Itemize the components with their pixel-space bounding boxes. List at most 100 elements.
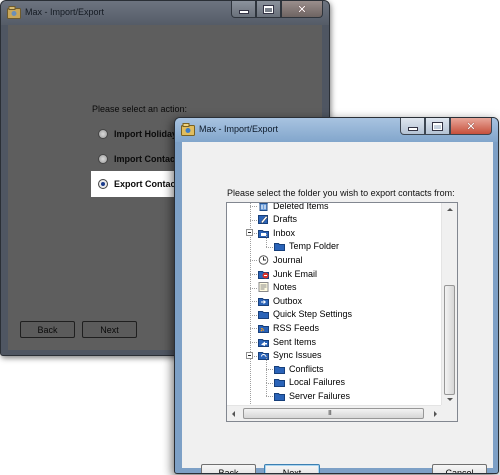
collapse-toggle-icon[interactable] xyxy=(246,229,253,237)
tree-item-server-failures[interactable]: Server Failures xyxy=(274,389,350,402)
tree-item-label: Sync Issues xyxy=(273,350,322,361)
tree-item-label: Inbox xyxy=(273,227,296,238)
tree-item-label: Temp Folder xyxy=(289,241,340,252)
minimize-icon xyxy=(408,128,417,130)
tree-guide-stub xyxy=(266,396,273,398)
junk-email-icon xyxy=(258,269,269,279)
minimize-button[interactable] xyxy=(231,1,256,18)
scroll-right-arrow-icon[interactable] xyxy=(434,411,437,417)
radio-circle[interactable] xyxy=(98,129,108,139)
vertical-scroll-thumb[interactable] xyxy=(444,285,455,395)
close-icon: ✕ xyxy=(466,119,476,133)
next-button[interactable]: Next xyxy=(264,464,320,473)
tree-item-label: Local Failures xyxy=(289,377,346,388)
tree-guide-stub xyxy=(250,274,257,275)
folder-tree-viewport[interactable]: Deleted Items Drafts Inbox Temp Folder Journ… xyxy=(227,203,442,406)
close-button[interactable]: ✕ xyxy=(281,1,323,18)
collapse-toggle-icon[interactable] xyxy=(246,351,253,359)
tree-guide-line xyxy=(266,383,267,397)
tree-item-conflicts[interactable]: Conflicts xyxy=(274,362,324,375)
folder-icon xyxy=(274,364,285,374)
maximize-button[interactable] xyxy=(425,118,450,135)
tree-item-label: Drafts xyxy=(273,214,298,225)
tree-item-label: Notes xyxy=(273,282,297,293)
front-window-titlebar[interactable]: Max - Import/Export ✕ xyxy=(175,118,498,142)
tree-guide-stub xyxy=(250,328,257,330)
horizontal-scrollbar[interactable]: III xyxy=(227,405,442,421)
tree-item-label: RSS Feeds xyxy=(273,322,320,333)
drafts-icon xyxy=(258,214,269,225)
cancel-button[interactable]: Cancel xyxy=(432,464,487,473)
tree-guide-line xyxy=(266,369,267,383)
sent-items-icon xyxy=(258,337,269,347)
radio-label: Import Holidays xyxy=(114,129,183,139)
back-window-titlebar[interactable]: Max - Import/Export ✕ xyxy=(1,1,329,25)
tree-guide-stub xyxy=(250,206,257,207)
vertical-scrollbar[interactable] xyxy=(441,203,457,406)
deleted-items-icon xyxy=(258,203,269,211)
maximize-icon xyxy=(433,122,442,130)
tree-item-label: Outbox xyxy=(273,295,303,306)
maximize-icon xyxy=(264,5,273,13)
scroll-down-arrow-icon[interactable] xyxy=(447,398,453,401)
back-window-title: Max - Import/Export xyxy=(25,7,105,17)
tree-item-local-failures[interactable]: Local Failures xyxy=(274,376,345,389)
tree-item-sent-items[interactable]: Sent Items xyxy=(258,335,316,348)
scroll-left-arrow-icon[interactable] xyxy=(232,411,235,417)
outbox-icon xyxy=(258,296,269,306)
maximize-button[interactable] xyxy=(256,1,281,18)
inbox-icon xyxy=(258,228,269,238)
folder-icon xyxy=(258,309,269,320)
tree-guide-stub xyxy=(266,369,273,371)
tree-guide-stub xyxy=(266,246,273,248)
back-window-caption-buttons: ✕ xyxy=(231,1,323,19)
tree-item-junk-email[interactable]: Junk Email xyxy=(258,267,317,280)
front-window-caption-buttons: ✕ xyxy=(400,118,492,136)
folder-tree[interactable]: Deleted Items Drafts Inbox Temp Folder Journ… xyxy=(226,202,458,422)
minimize-button[interactable] xyxy=(400,118,425,135)
notes-icon xyxy=(258,282,269,293)
tree-item-label: Junk Email xyxy=(273,268,318,279)
folder-icon xyxy=(274,377,285,388)
back-button[interactable]: Back xyxy=(20,321,75,338)
tree-item-label: Quick Step Settings xyxy=(273,309,353,320)
close-button[interactable]: ✕ xyxy=(450,118,492,135)
app-icon xyxy=(7,6,21,19)
tree-item-label: Journal xyxy=(273,254,303,265)
tree-guide-stub xyxy=(250,314,257,316)
radio-circle[interactable] xyxy=(98,154,108,164)
tree-item-label: Conflicts xyxy=(289,363,324,374)
tree-item-outbox[interactable]: Outbox xyxy=(258,294,302,307)
sync-issues-icon xyxy=(258,350,269,361)
tree-item-journal[interactable]: Journal xyxy=(258,253,303,266)
scroll-corner xyxy=(441,405,457,421)
tree-guide-stub xyxy=(250,260,257,262)
tree-guide-stub xyxy=(250,219,257,221)
tree-item-rss-feeds[interactable]: RSS Feeds xyxy=(258,321,319,334)
tree-item-quick-step-settings[interactable]: Quick Step Settings xyxy=(258,308,352,321)
tree-item-label: Sent Items xyxy=(273,336,317,347)
horizontal-scroll-thumb[interactable]: III xyxy=(243,408,424,419)
radio-circle-checked[interactable] xyxy=(98,179,108,189)
tree-item-deleted-items[interactable]: Deleted Items xyxy=(258,203,329,212)
minimize-icon xyxy=(239,11,248,13)
close-icon: ✕ xyxy=(297,2,307,16)
scroll-up-arrow-icon[interactable] xyxy=(447,208,453,211)
tree-guide-line xyxy=(266,356,267,370)
tree-item-label: Server Failures xyxy=(289,390,351,401)
tree-item-sync-issues[interactable]: Sync Issues xyxy=(258,349,322,362)
front-window-title: Max - Import/Export xyxy=(199,124,279,134)
front-import-export-window: Max - Import/Export ✕ Please select the … xyxy=(174,117,499,474)
tree-guide-stub xyxy=(250,342,257,343)
tree-item-drafts[interactable]: Drafts xyxy=(258,213,297,226)
tree-item-notes[interactable]: Notes xyxy=(258,281,297,294)
back-button[interactable]: Back xyxy=(201,464,256,473)
tree-item-inbox[interactable]: Inbox xyxy=(258,226,295,239)
next-button[interactable]: Next xyxy=(82,321,137,338)
radio-label: Import Contacts xyxy=(114,154,184,164)
tree-item-temp-folder[interactable]: Temp Folder xyxy=(274,240,339,253)
scroll-grip: III xyxy=(328,410,332,417)
rss-feeds-icon xyxy=(258,323,269,333)
tree-guide-stub xyxy=(250,287,257,289)
tree-guide-stub xyxy=(250,301,257,303)
